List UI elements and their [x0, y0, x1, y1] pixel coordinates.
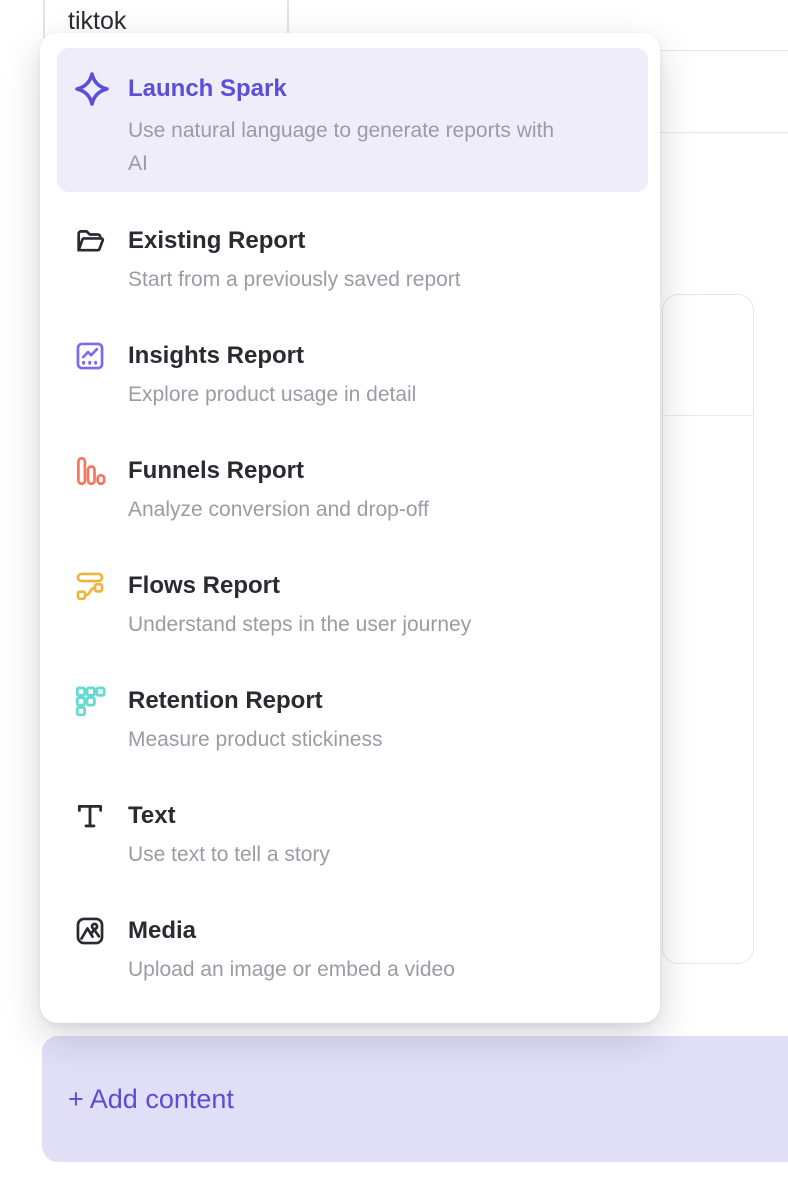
menu-item-title: Launch Spark: [128, 71, 287, 107]
subtitle-line: AI: [128, 147, 632, 180]
table-column-border: [287, 0, 289, 34]
funnel-bars-icon: [73, 454, 107, 488]
menu-item-media[interactable]: Media Upload an image or embed a video: [73, 914, 632, 986]
menu-item-subtitle: Analyze conversion and drop-off: [128, 493, 429, 526]
table-column-border: [43, 0, 45, 38]
subtitle-line: Use natural language to generate reports…: [128, 114, 632, 147]
menu-item-subtitle: Upload an image or embed a video: [128, 953, 455, 986]
menu-item-subtitle: Understand steps in the user journey: [128, 608, 471, 641]
menu-item-subtitle: Start from a previously saved report: [128, 263, 461, 296]
menu-item-subtitle: Measure product stickiness: [128, 723, 382, 756]
menu-item-retention-report[interactable]: Retention Report Measure product stickin…: [73, 684, 632, 756]
add-content-label: + Add content: [68, 1084, 234, 1115]
menu-item-subtitle: Explore product usage in detail: [128, 378, 416, 411]
media-image-icon: [73, 914, 107, 948]
menu-item-title: Existing Report: [128, 224, 461, 258]
flows-icon: [73, 569, 107, 603]
menu-item-title: Flows Report: [128, 569, 471, 603]
menu-item-title: Funnels Report: [128, 454, 429, 488]
menu-item-list: Existing Report Start from a previously …: [57, 224, 648, 986]
menu-item-text[interactable]: Text Use text to tell a story: [73, 799, 632, 871]
card-divider: [663, 415, 753, 416]
insights-chart-icon: [73, 339, 107, 373]
menu-item-title: Media: [128, 914, 455, 948]
menu-item-title: Insights Report: [128, 339, 416, 373]
folder-open-icon: [73, 224, 107, 258]
menu-item-flows-report[interactable]: Flows Report Understand steps in the use…: [73, 569, 632, 641]
menu-item-subtitle: Use natural language to generate reports…: [128, 114, 632, 180]
text-icon: [73, 799, 107, 833]
menu-item-title: Text: [128, 799, 330, 833]
menu-item-existing-report[interactable]: Existing Report Start from a previously …: [73, 224, 632, 296]
retention-grid-icon: [73, 684, 107, 718]
add-content-menu: Launch Spark Use natural language to gen…: [40, 33, 660, 1023]
add-content-button[interactable]: + Add content: [42, 1036, 788, 1162]
menu-item-launch-spark[interactable]: Launch Spark Use natural language to gen…: [57, 48, 648, 192]
menu-item-insights-report[interactable]: Insights Report Explore product usage in…: [73, 339, 632, 411]
menu-item-funnels-report[interactable]: Funnels Report Analyze conversion and dr…: [73, 454, 632, 526]
spark-icon: [73, 70, 111, 108]
menu-item-subtitle: Use text to tell a story: [128, 838, 330, 871]
background-report-card: [662, 294, 754, 964]
menu-item-title: Retention Report: [128, 684, 382, 718]
